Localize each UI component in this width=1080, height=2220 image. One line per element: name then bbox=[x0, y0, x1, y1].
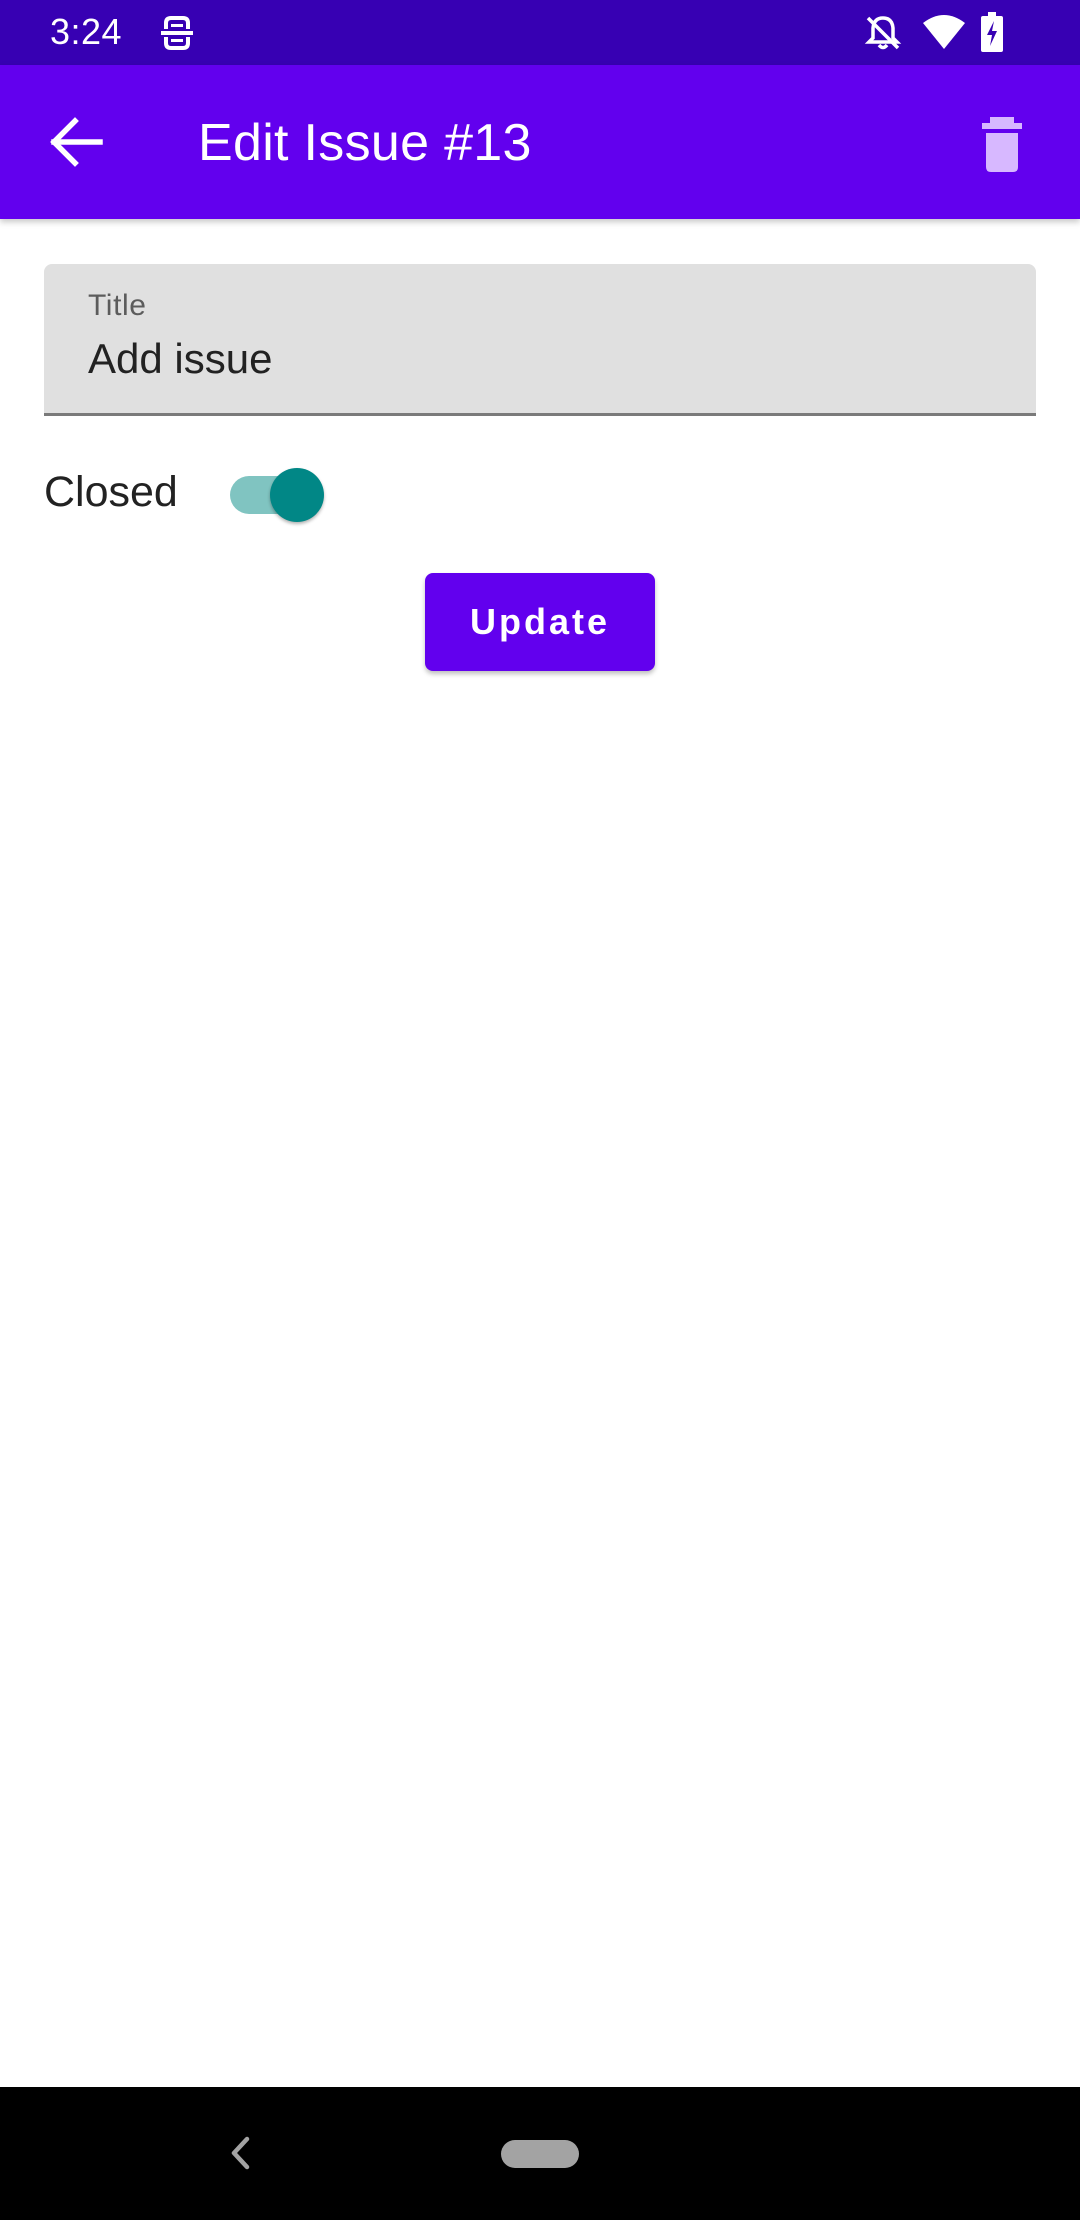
trash-icon bbox=[982, 117, 1022, 172]
wifi-icon bbox=[923, 15, 965, 49]
drive-icon bbox=[161, 16, 193, 50]
nav-back-button[interactable] bbox=[220, 2131, 260, 2175]
back-button[interactable] bbox=[44, 109, 110, 175]
closed-label: Closed bbox=[44, 468, 178, 516]
status-bar: 3:24 bbox=[0, 0, 1080, 65]
status-time: 3:24 bbox=[50, 11, 123, 52]
notifications-off-icon bbox=[864, 16, 902, 50]
closed-switch[interactable] bbox=[226, 466, 328, 524]
title-input[interactable] bbox=[88, 334, 988, 384]
page-title: Edit Issue #13 bbox=[198, 114, 532, 172]
nav-home-button[interactable] bbox=[501, 2140, 579, 2168]
nav-back-icon bbox=[231, 2136, 250, 2170]
update-button[interactable]: Update bbox=[425, 573, 655, 671]
battery-charging-icon bbox=[981, 12, 1003, 52]
arrow-left-icon bbox=[50, 117, 103, 167]
navigation-bar bbox=[0, 2087, 1080, 2220]
app-bar: Edit Issue #13 bbox=[0, 65, 1080, 219]
title-field-label: Title bbox=[88, 289, 147, 322]
title-field[interactable]: Title bbox=[44, 264, 1036, 416]
delete-button[interactable] bbox=[966, 109, 1038, 181]
closed-switch-thumb bbox=[270, 468, 324, 522]
